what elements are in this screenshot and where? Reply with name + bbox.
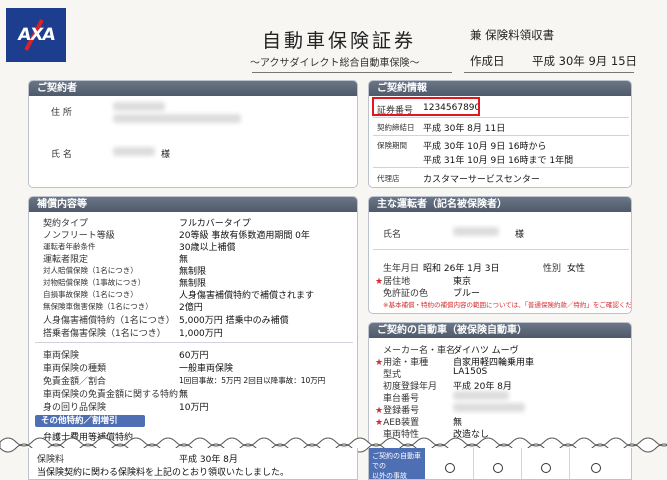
title-rule (252, 72, 452, 73)
premium-label: 保険料 (37, 455, 65, 465)
contractor-name-label: 氏 名 (51, 150, 72, 160)
vehicle-row-value: LA150S (453, 367, 488, 377)
circle-mark (493, 463, 503, 473)
coverage-row-label: 運転者年齢条件 (43, 242, 96, 251)
sign-date-label: 契約締結日 (377, 123, 415, 132)
coverage-heading: 補償内容等 (29, 197, 357, 212)
accident-strip: ご契約の自動車での 以外の事故 (368, 448, 632, 480)
coverage-row-label: 対物賠償保険（1事故につき） (43, 278, 146, 287)
coverage-row-label: 自損事故保険（1名につき） (43, 290, 138, 299)
vehicle-coverage-value: 60万円 (179, 351, 209, 361)
vehicle-coverage-label: 車両保険の免責金額に関する特約 (43, 390, 179, 400)
coverage-panel: 補償内容等 契約タイプ フルカバータイプ ノンフリート等級 20等級 事故有係数… (28, 196, 358, 446)
dob-label: 生年月日 (383, 264, 420, 274)
period-label: 保険期間 (377, 141, 407, 150)
coverage-row-value: 1,000万円 (179, 329, 223, 339)
vehicle-coverage-label: 車両保険の種類 (43, 364, 107, 374)
license-color-value: ブルー (453, 289, 481, 299)
coverage-row-label: ノンフリート等級 (43, 231, 115, 241)
coverage-row-label: 運転者限定 (43, 255, 89, 265)
coverage-row-label: 搭乗者傷害保険（1名につき） (43, 329, 166, 339)
policy-number-highlight (372, 97, 480, 116)
receipt-label: 兼 保険料領収書 (470, 28, 555, 42)
circle-mark (541, 463, 551, 473)
vehicle-coverage-label: 身の回り品保険 (43, 403, 107, 413)
document-subtitle: 〜アクサダイレクト総合自動車保険〜 (250, 58, 420, 69)
driver-heading: 主な運転者（記名被保険者） (369, 197, 631, 212)
coverage-row-value: 2億円 (179, 303, 203, 313)
accident-label: ご契約の自動車での 以外の事故 (369, 448, 425, 479)
vehicle-panel: ご契約の自動車（被保険自動車） メーカー名・車名 ダイハツ ムーヴ ★用途・車種… (368, 322, 632, 446)
agent-name: カスタマーサービスセンター (423, 175, 540, 185)
axa-logo: AXA (6, 8, 66, 62)
redacted-contractor-name (113, 147, 155, 156)
vehicle-coverage-value: 10万円 (179, 403, 209, 413)
vehicle-coverage-label: 車両保険 (43, 351, 80, 361)
circle-mark (591, 463, 601, 473)
address-label: 住 所 (51, 108, 72, 118)
special-terms-heading: その他特約／割増引 (35, 415, 145, 427)
vehicle-coverage-value: 一般車両保険 (179, 364, 234, 374)
driver-honorific: 様 (515, 230, 525, 240)
vehicle-coverage-value: 無 (179, 390, 189, 400)
dob-value: 昭和 26年 1月 3日 (423, 264, 500, 274)
receipt-note: 当保険契約に関わる保険料を上記のとおり領収いたしました。 (37, 468, 290, 478)
vehicle-heading: ご契約の自動車（被保険自動車） (369, 323, 631, 338)
gender-label: 性別 (543, 264, 562, 274)
period-to: 平成 31年 10月 9日 16時まで 1年間 (423, 156, 574, 166)
date-rule (464, 72, 634, 73)
redacted-registration (453, 403, 525, 412)
driver-name-label: 氏名 (383, 230, 402, 240)
sign-date: 平成 30年 8月 11日 (423, 124, 506, 134)
coverage-row-value: 5,000万円 搭乗中のみ補償 (179, 316, 289, 326)
redacted-address (113, 114, 241, 123)
redacted-postal (113, 102, 165, 111)
contractor-panel: ご契約者 住 所 氏 名 様 (28, 80, 358, 188)
coverage-row-label: 人身傷害補償特約（1名につき） (43, 316, 175, 326)
premium-date: 平成 30年 8月 (179, 455, 238, 465)
redacted-driver-name (453, 227, 499, 236)
vehicle-coverage-value: 1回目事故：5万円 2回目以降事故：10万円 (179, 376, 326, 385)
vehicle-coverage-label: 免責金額／割合 (43, 377, 107, 387)
circle-mark (445, 463, 455, 473)
agent-label: 代理店 (377, 174, 400, 183)
issue-date-label: 作成日 (470, 54, 505, 68)
driver-panel: 主な運転者（記名被保険者） 氏名 様 生年月日 昭和 26年 1月 3日 性別 … (368, 196, 632, 314)
redacted-chassis-number (453, 391, 509, 400)
document-title: 自動車保険証券 (262, 30, 417, 52)
driver-note: ※基本補償・特約の補償内容の範囲については、「普通保険約款／特約」をご確認くださ… (383, 301, 632, 309)
period-from: 平成 30年 10月 9日 16時から (423, 142, 547, 152)
policy-document: AXA 自動車保険証券 〜アクサダイレクト総合自動車保険〜 兼 保険料領収書 作… (0, 0, 667, 480)
contractor-honorific: 様 (161, 150, 171, 160)
license-color-label: 免許証の色 (383, 289, 429, 299)
gender-value: 女性 (567, 264, 586, 274)
issue-date: 平成 30年 9月 15日 (532, 54, 638, 68)
premium-strip: 保険料 平成 30年 8月 当保険契約に関わる保険料を上記のとおり領収いたしまし… (28, 448, 358, 480)
coverage-row-label: 無保険車傷害保険（1名につき） (43, 302, 153, 311)
coverage-row-label: 対人賠償保険（1名につき） (43, 266, 138, 275)
contractor-heading: ご契約者 (29, 81, 357, 96)
contract-info-heading: ご契約情報 (369, 81, 631, 96)
